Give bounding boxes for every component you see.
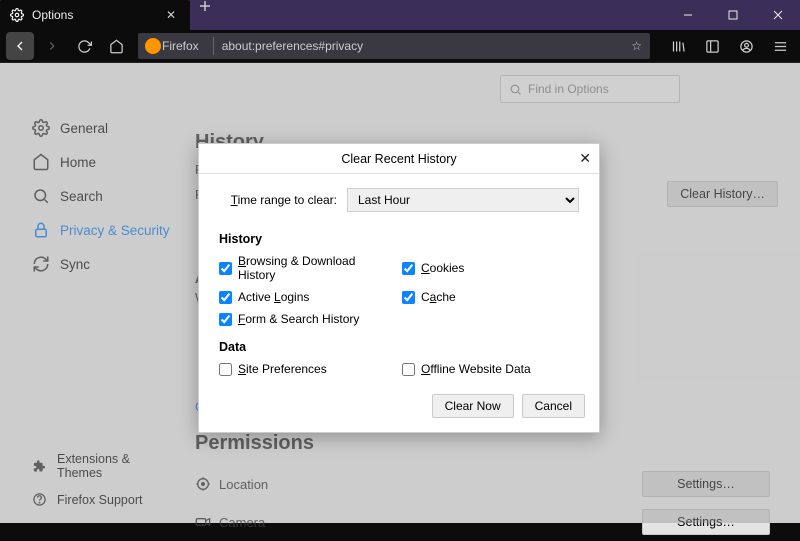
url-bar[interactable]: Firefox about:preferences#privacy ☆ <box>138 33 650 59</box>
url-brand: Firefox <box>162 39 199 53</box>
check-form[interactable]: Form & Search History <box>219 312 396 326</box>
reload-button[interactable] <box>70 32 98 60</box>
menu-button[interactable] <box>766 32 794 60</box>
gear-icon <box>10 8 24 22</box>
dialog-close-button[interactable]: ✕ <box>579 150 591 167</box>
new-tab-button[interactable] <box>190 0 220 12</box>
maximize-button[interactable] <box>710 0 755 30</box>
firefox-icon <box>146 39 160 53</box>
back-button[interactable] <box>6 32 34 60</box>
close-window-button[interactable] <box>755 0 800 30</box>
dialog-title: Clear Recent History <box>341 152 456 166</box>
sidebar-button[interactable] <box>698 32 726 60</box>
window-controls <box>665 0 800 30</box>
home-button[interactable] <box>102 32 130 60</box>
cancel-button[interactable]: Cancel <box>522 394 585 418</box>
bookmark-star-icon[interactable]: ☆ <box>631 39 642 53</box>
time-range-label: Time range to clear: <box>219 193 337 207</box>
check-siteprefs[interactable]: Site Preferences <box>219 362 396 376</box>
navigation-toolbar: Firefox about:preferences#privacy ☆ <box>0 30 800 63</box>
check-offline[interactable]: Offline Website Data <box>402 362 579 376</box>
browser-tab[interactable]: Options ✕ <box>0 0 190 30</box>
minimize-button[interactable] <box>665 0 710 30</box>
clear-history-dialog: Clear Recent History ✕ Time range to cle… <box>198 143 600 433</box>
library-button[interactable] <box>664 32 692 60</box>
data-section-heading: Data <box>219 340 579 354</box>
forward-button[interactable] <box>38 32 66 60</box>
title-bar: Options ✕ <box>0 0 800 30</box>
dialog-title-bar: Clear Recent History ✕ <box>199 144 599 174</box>
tab-title: Options <box>32 8 162 22</box>
separator <box>213 37 214 55</box>
tab-close-button[interactable]: ✕ <box>162 6 180 24</box>
account-button[interactable] <box>732 32 760 60</box>
history-section-heading: History <box>219 232 579 246</box>
check-logins[interactable]: Active Logins <box>219 290 396 304</box>
clear-now-button[interactable]: Clear Now <box>432 394 514 418</box>
url-text: about:preferences#privacy <box>222 39 632 53</box>
time-range-select[interactable]: Last Hour <box>347 188 579 212</box>
check-cache[interactable]: Cache <box>402 290 579 304</box>
check-browsing[interactable]: Browsing & Download History <box>219 254 396 282</box>
check-cookies[interactable]: Cookies <box>402 254 579 282</box>
